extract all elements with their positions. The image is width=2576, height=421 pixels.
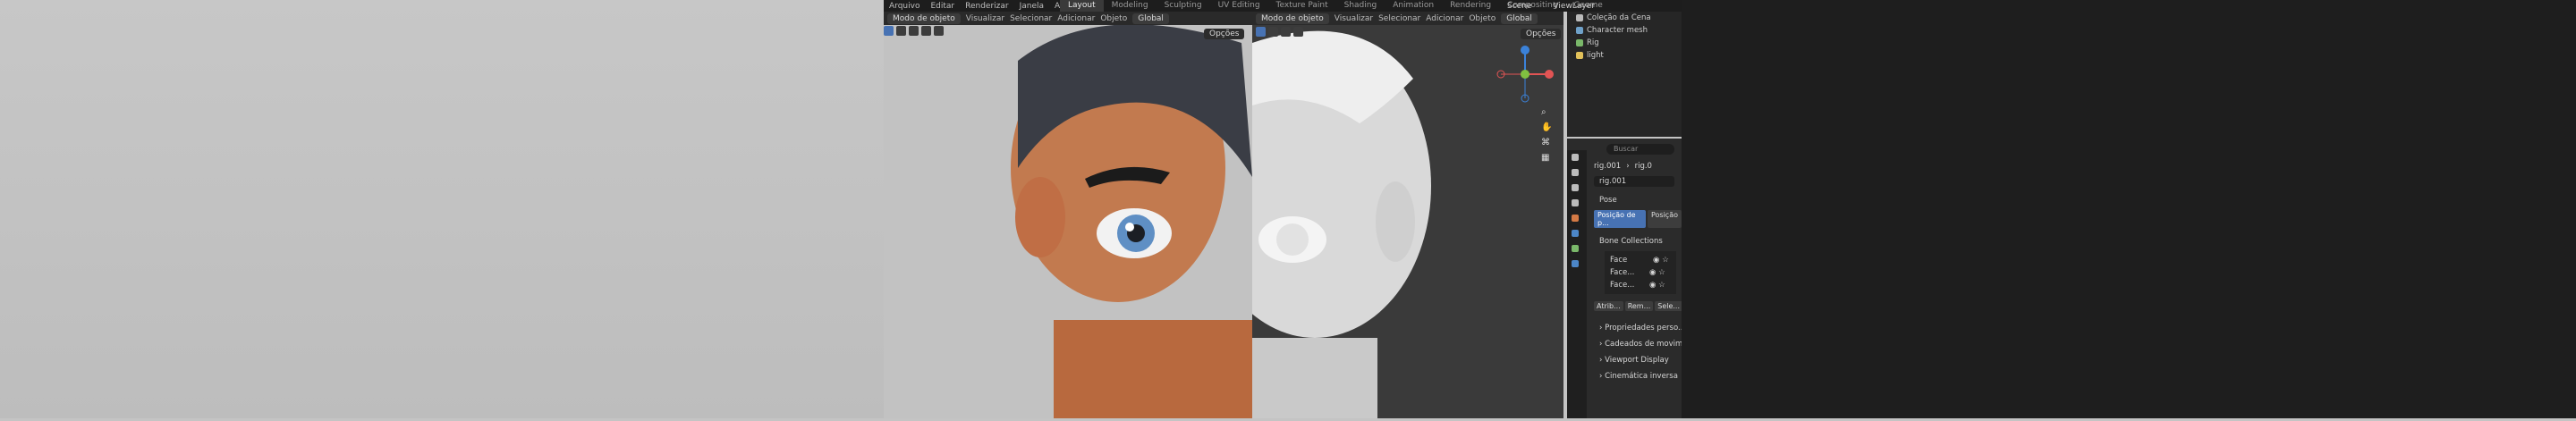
inverse-kinematics-section[interactable]: › Cinemática inversa <box>1599 368 1682 384</box>
cursor-icon[interactable] <box>934 26 944 36</box>
pose-buttons: Posição de p... Posição <box>1594 210 1682 228</box>
wireframe-shading-icon[interactable] <box>1268 27 1278 37</box>
right-menu-objeto[interactable]: Objeto <box>1469 14 1496 23</box>
bone-collections-header[interactable]: Bone Collections <box>1599 237 1682 246</box>
transform-locks-section[interactable]: › Cadeados de movime... <box>1599 336 1695 352</box>
custom-properties-section[interactable]: › Propriedades perso... <box>1599 320 1685 336</box>
armature-data-tab-icon[interactable] <box>1572 245 1579 252</box>
pose-section-header[interactable]: Pose <box>1599 196 1682 205</box>
right-3d-viewport[interactable]: Opções ⌕ ✋ ⌘ ▦ <box>1199 25 1563 418</box>
pose-position-button[interactable]: Posição de p... <box>1594 210 1646 228</box>
rest-position-button[interactable]: Posição <box>1647 210 1682 228</box>
right-menu-selecionar[interactable]: Selecionar <box>1378 14 1420 23</box>
star-icon[interactable]: ☆ <box>1662 256 1669 265</box>
solid-shading-icon[interactable] <box>1256 27 1266 37</box>
left-3d-viewport[interactable]: Opções <box>884 24 1252 418</box>
object-tab-icon[interactable] <box>1572 215 1579 222</box>
properties-search-input[interactable]: Buscar <box>1606 144 1674 155</box>
select-tweak-icon[interactable] <box>896 26 906 36</box>
viewport-display-section[interactable]: › Viewport Display <box>1599 352 1682 368</box>
bone-collection-buttons: Atrib... Rem... Sele... <box>1594 301 1683 311</box>
bone-collection-item[interactable]: Face ◉ ☆ <box>1605 254 1676 266</box>
bone-collection-item[interactable]: Face... ◉ ☆ <box>1605 266 1676 279</box>
tool-tab-icon[interactable] <box>1572 154 1579 161</box>
tab-rendering[interactable]: Rendering <box>1442 0 1499 12</box>
left-menu-visualizar[interactable]: Visualizar <box>966 14 1004 23</box>
assign-button[interactable]: Atrib... <box>1594 301 1623 311</box>
left-mode-dropdown[interactable]: Modo de objeto <box>887 13 961 24</box>
pan-hand-icon[interactable]: ✋ <box>1541 122 1552 132</box>
render-tab-icon[interactable] <box>1572 169 1579 176</box>
menu-renderizar[interactable]: Renderizar <box>965 2 1008 11</box>
properties-tab-strip <box>1567 150 1587 418</box>
star-icon[interactable]: ☆ <box>1658 281 1665 290</box>
left-viewport-header: Modo de objeto Visualizar Selecionar Adi… <box>884 12 1252 25</box>
left-menu-objeto[interactable]: Objeto <box>1100 14 1127 23</box>
right-menu-visualizar[interactable]: Visualizar <box>1335 14 1373 23</box>
object-name-field[interactable]: rig.001 <box>1594 176 1674 187</box>
camera-icon[interactable]: ⌘ <box>1541 138 1552 147</box>
select-circle-icon[interactable] <box>909 26 919 36</box>
light-icon <box>1576 52 1583 59</box>
view-layer-tab-icon[interactable] <box>1572 199 1579 206</box>
tab-modeling[interactable]: Modeling <box>1104 0 1157 12</box>
outliner-item-light[interactable]: light <box>1567 49 1682 62</box>
collapsed-sections: › Propriedades perso... › Cadeados de mo… <box>1599 320 1695 384</box>
eye-icon[interactable]: ◉ <box>1649 268 1656 277</box>
chevron-right-icon: › <box>1626 162 1630 171</box>
remove-button[interactable]: Rem... <box>1624 301 1654 311</box>
view-layer-name[interactable]: ViewLayer <box>1553 2 1594 11</box>
navigation-gizmo[interactable] <box>1494 43 1556 105</box>
menu-editar[interactable]: Editar <box>930 2 954 11</box>
outliner-panel: Coleção da Cena Character mesh Rig light <box>1567 12 1682 137</box>
tab-sculpting[interactable]: Sculpting <box>1157 0 1210 12</box>
menu-arquivo[interactable]: Arquivo <box>889 2 919 11</box>
bone-tab-icon[interactable] <box>1572 260 1579 267</box>
left-menu-adicionar[interactable]: Adicionar <box>1057 14 1095 23</box>
right-menu-adicionar[interactable]: Adicionar <box>1426 14 1463 23</box>
outliner-item-character-mesh[interactable]: Character mesh <box>1567 24 1682 37</box>
empty-dark-area <box>1682 0 2576 418</box>
outliner-root[interactable]: Coleção da Cena <box>1567 12 1682 24</box>
tab-layout[interactable]: Layout <box>1060 0 1104 12</box>
bone-collection-list: Face ◉ ☆ Face... ◉ ☆ Face... ◉ ☆ <box>1605 251 1676 294</box>
render-shading-icon[interactable] <box>1293 27 1303 37</box>
output-tab-icon[interactable] <box>1572 184 1579 191</box>
character-render-colored <box>1011 24 1252 418</box>
select-box-icon[interactable] <box>884 26 894 36</box>
viewport-nav-buttons: ⌕ ✋ ⌘ ▦ <box>1541 107 1552 163</box>
tab-shading[interactable]: Shading <box>1336 0 1385 12</box>
left-tool-row <box>884 26 944 36</box>
menu-janela[interactable]: Janela <box>1020 2 1044 11</box>
left-menu-selecionar[interactable]: Selecionar <box>1010 14 1052 23</box>
tab-animation[interactable]: Animation <box>1385 0 1442 12</box>
shading-buttons <box>1256 27 1303 37</box>
left-orientation-dropdown[interactable]: Global <box>1132 13 1169 24</box>
modifiers-tab-icon[interactable] <box>1572 230 1579 237</box>
breadcrumb: rig.001 › rig.0 <box>1594 162 1652 171</box>
bone-collection-item[interactable]: Face... ◉ ☆ <box>1605 279 1676 291</box>
eye-icon[interactable]: ◉ <box>1649 281 1656 290</box>
tab-uv-editing[interactable]: UV Editing <box>1210 0 1268 12</box>
left-options-button[interactable]: Opções <box>1204 29 1245 39</box>
select-button[interactable]: Sele... <box>1655 301 1683 311</box>
right-viewport-header: Modo de objeto Visualizar Selecionar Adi… <box>1252 12 1563 25</box>
zoom-icon[interactable]: ⌕ <box>1541 107 1552 117</box>
star-icon[interactable]: ☆ <box>1658 268 1665 277</box>
mesh-icon <box>1576 27 1583 34</box>
right-mode-dropdown[interactable]: Modo de objeto <box>1256 13 1329 24</box>
tab-texture-paint[interactable]: Texture Paint <box>1268 0 1336 12</box>
armature-icon <box>1576 39 1583 46</box>
scene-name[interactable]: Scene <box>1507 2 1531 11</box>
right-options-button[interactable]: Opções <box>1521 29 1562 39</box>
eye-icon[interactable]: ◉ <box>1653 256 1659 265</box>
grid-icon[interactable]: ▦ <box>1541 153 1552 163</box>
right-orientation-dropdown[interactable]: Global <box>1501 13 1538 24</box>
material-shading-icon[interactable] <box>1281 27 1291 37</box>
outliner-item-rig[interactable]: Rig <box>1567 37 1682 49</box>
collection-icon <box>1576 14 1583 21</box>
scene-selector: Scene ViewLayer <box>1507 0 1595 12</box>
empty-canvas-area <box>0 0 884 418</box>
select-lasso-icon[interactable] <box>921 26 931 36</box>
